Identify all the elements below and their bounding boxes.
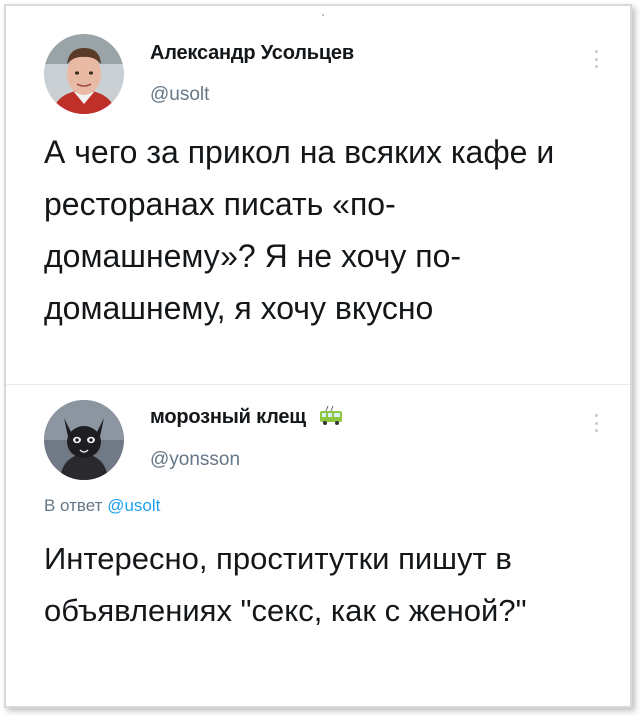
- more-options-icon[interactable]: [594, 414, 598, 432]
- author-name-text: морозный клещ: [150, 406, 306, 428]
- author-name[interactable]: Александр Усольцев: [150, 42, 354, 65]
- author-handle[interactable]: @usolt: [150, 84, 209, 106]
- tweet-1[interactable]: Александр Усольцев @usolt А чего за прик…: [6, 6, 630, 384]
- avatar[interactable]: [44, 400, 124, 480]
- tweet-text: А чего за прикол на всяких кафе и рестор…: [44, 134, 555, 326]
- author-name[interactable]: морозный клещ: [150, 406, 343, 429]
- more-options-icon[interactable]: [594, 50, 598, 68]
- profile-photo-man-icon: [44, 34, 124, 114]
- profile-photo-dark-cat-icon: [44, 400, 124, 480]
- author-handle[interactable]: @yonsson: [150, 449, 240, 471]
- reply-mention-link[interactable]: @usolt: [107, 496, 160, 515]
- tweet-2[interactable]: морозный клещ @yonsson В ответ @usolt Ин…: [6, 386, 630, 710]
- reply-context: В ответ @usolt: [44, 496, 160, 516]
- screenshot-frame: Александр Усольцев @usolt А чего за прик…: [4, 4, 632, 708]
- avatar[interactable]: [44, 34, 124, 114]
- tweet-text: Интересно, проститутки пишут в объявлени…: [44, 541, 527, 628]
- trolleybus-icon: [320, 406, 343, 425]
- divider: [6, 384, 630, 385]
- reply-prefix: В ответ: [44, 496, 103, 515]
